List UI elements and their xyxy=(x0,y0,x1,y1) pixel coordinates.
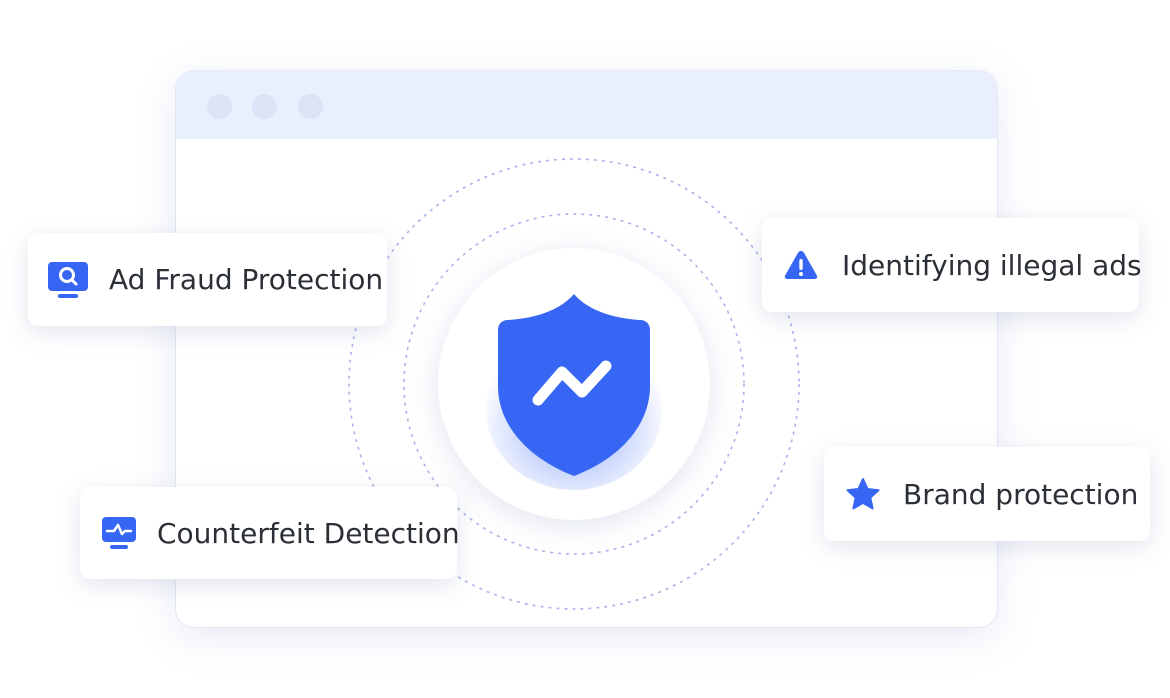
warning-icon xyxy=(784,250,818,280)
monitor-search-icon xyxy=(47,261,89,299)
feature-card-brand: Brand protection xyxy=(824,447,1150,541)
feature-label: Identifying illegal ads xyxy=(842,248,1142,282)
monitor-pulse-icon xyxy=(101,516,137,550)
illustration-stage: Ad Fraud Protection Identifying illegal … xyxy=(0,0,1170,698)
window-title-bar xyxy=(176,71,997,139)
feature-label: Brand protection xyxy=(903,477,1139,511)
window-dot xyxy=(252,94,277,119)
shield-trend-icon xyxy=(486,290,662,490)
feature-card-counterfeit: Counterfeit Detection xyxy=(80,487,460,579)
window-dot xyxy=(298,94,323,119)
window-dot xyxy=(207,94,232,119)
feature-label: Counterfeit Detection xyxy=(157,516,460,550)
feature-label: Ad Fraud Protection xyxy=(109,263,384,296)
feature-card-illegal-ads: Identifying illegal ads xyxy=(762,218,1142,312)
feature-card-ad-fraud: Ad Fraud Protection xyxy=(28,233,387,326)
star-icon xyxy=(845,477,881,511)
